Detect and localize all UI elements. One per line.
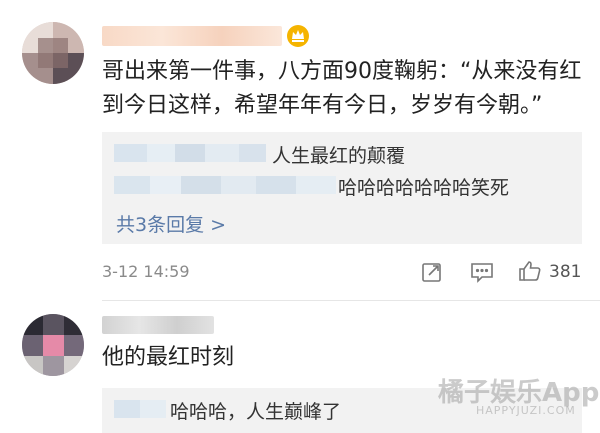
replies-box: 人生最红的颠覆 哈哈哈哈哈哈哈笑死 共3条回复 >: [102, 132, 582, 244]
reply-username-blurred[interactable]: [114, 176, 336, 194]
comment-icon[interactable]: [470, 261, 494, 283]
watermark-url: HAPPYJUZI.COM: [476, 404, 576, 417]
avatar[interactable]: [22, 22, 84, 84]
reply-username-blurred[interactable]: [114, 400, 166, 418]
reply-text: 哈哈哈，人生巅峰了: [170, 401, 342, 423]
avatar[interactable]: [22, 314, 84, 376]
reply-text: 哈哈哈哈哈哈哈笑死: [338, 177, 510, 199]
like-icon[interactable]: [518, 259, 542, 283]
comment-body-line2: 到今日这样，希望年年有今日，岁岁有今朝。”: [102, 93, 543, 118]
timestamp: 3-12 14:59: [102, 262, 190, 281]
username-blurred[interactable]: [102, 26, 282, 46]
crown-badge-icon: [287, 25, 309, 47]
like-count: 381: [549, 262, 582, 282]
comment-item: 哥出来第一件事，八方面90度鞠躬：“从来没有红 到今日这样，希望年年有今日，岁岁…: [0, 0, 600, 300]
comment-body-line1: 哥出来第一件事，八方面90度鞠躬：“从来没有红: [102, 59, 582, 84]
comment-body: 他的最红时刻: [102, 345, 235, 370]
username-blurred[interactable]: [102, 316, 214, 334]
share-icon[interactable]: [421, 261, 443, 283]
reply-username-blurred[interactable]: [114, 144, 266, 162]
more-replies-link[interactable]: 共3条回复 >: [116, 210, 226, 237]
reply-text: 人生最红的颠覆: [272, 145, 406, 167]
